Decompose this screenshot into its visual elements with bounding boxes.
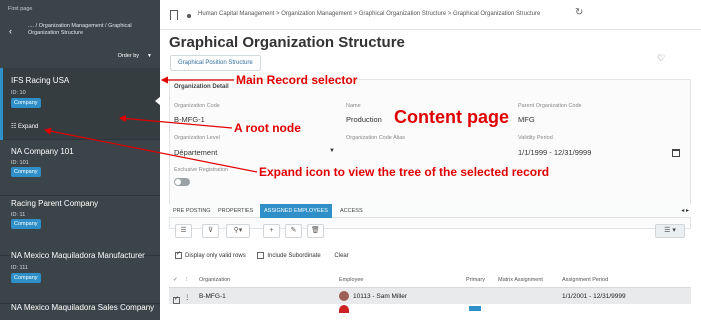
header-organization[interactable]: Organization [199,277,230,283]
record-id: ID: 10 [11,90,26,96]
tree-icon: ☷ [11,124,19,130]
validity-label: Validity Period [518,135,553,141]
top-bar: Human Capital Management > Organization … [160,0,701,30]
exclusive-registration-toggle[interactable] [174,178,190,186]
edit-icon[interactable]: ✎ [285,224,302,238]
chevron-down-icon[interactable]: ▼ [329,148,335,154]
grid-toolbar: ☰ ⊽ ⚲▾ + ✎ 🗑 ☰ ▾ [169,223,691,243]
header-employee[interactable]: Employee [339,277,363,283]
group-dropdown-icon[interactable]: ⚲▾ [226,224,250,238]
record-type-badge: Company [11,98,41,108]
back-icon[interactable]: ‹ [9,26,12,36]
table-row[interactable]: ⋮ B-MFG-1 10113 - Sam Miller 1/1/2001 - … [169,287,691,304]
header-primary[interactable]: Primary [466,277,485,283]
record-id: ID: 111 [11,265,28,271]
org-code-label: Organization Code [174,103,220,109]
table-row[interactable] [169,304,691,313]
graphical-position-structure-button[interactable]: Graphical Position Structure [170,55,261,71]
expand-button[interactable]: ☷ Expand [11,123,38,130]
tab-pre-posting[interactable]: PRE POSTING [169,204,215,218]
valid-rows-filter[interactable]: Display only valid rows [175,250,246,260]
annotation-content-page: Content page [394,107,509,127]
section-title: Organization Detail [174,84,229,90]
record-name: NA Mexico Maquiladora Manufacturer [11,251,145,260]
exclusive-registration-label: Exclusive Registration [174,167,229,173]
column-options-icon[interactable]: ⋮ [184,277,190,283]
tab-assigned-employees[interactable]: ASSIGNED EMPLOYEES [260,204,332,218]
cell-employee[interactable]: 10113 - Sam Miller [353,293,407,300]
primary-flag [469,306,481,311]
row-check-icon [173,295,180,304]
record-item[interactable]: NA Company 101 ID: 101 Company [0,140,160,196]
grid-header: ✓ ⋮ Organization Employee Primary Matrix… [169,275,691,287]
annotation-main-record: Main Record selector [236,73,358,87]
select-all-check-icon[interactable]: ✓ [173,277,178,283]
view-menu-icon[interactable]: ☰ ▾ [655,224,685,238]
order-by-dropdown[interactable]: Order by ▼ [118,53,152,59]
record-type-badge: Company [11,273,41,283]
name-label: Name [346,103,361,109]
breadcrumb[interactable]: Human Capital Management > Organization … [198,11,540,17]
delete-icon[interactable]: 🗑 [307,224,324,238]
org-alias-label: Organization Code Alias [346,135,406,141]
bookmark-icon[interactable] [170,10,178,20]
record-item[interactable]: IFS Racing USA ID: 10 Company ☷ Expand [0,68,160,140]
page-title: Graphical Organization Structure [169,34,405,51]
valid-rows-label: Display only valid rows [185,253,246,260]
chevron-down-icon: ▼ [147,53,152,59]
avatar [339,291,349,301]
valid-rows-checkbox[interactable] [175,250,182,259]
record-id: ID: 11 [11,212,26,218]
expand-label: Expand [18,124,39,130]
record-item[interactable]: NA Mexico Maquiladora Sales Company [0,296,160,320]
grid-filters: Display only valid rows Include Subordin… [175,250,349,262]
record-type-badge: Company [11,219,41,229]
annotation-expand-icon: Expand icon to view the tree of the sele… [259,165,550,179]
add-icon[interactable]: + [263,224,280,238]
selected-indicator [0,68,3,140]
home-dot-icon[interactable] [187,14,191,18]
tab-bar: PRE POSTING PROPERTIES ASSIGNED EMPLOYEE… [169,204,691,218]
header-assignment-period[interactable]: Assignment Period [562,277,608,283]
record-name: IFS Racing USA [11,76,70,85]
cell-assignment-period: 1/1/2001 - 12/31/9999 [562,293,626,300]
include-subordinate-filter[interactable]: Include Subordinate [257,252,321,260]
org-code-value[interactable]: B-MFG-1 [174,115,205,124]
record-id: ID: 101 [11,160,29,166]
record-item[interactable]: Racing Parent Company ID: 11 Company [0,196,160,256]
favorite-icon[interactable]: ♡ [657,53,665,64]
header-matrix-assignment[interactable]: Matrix Assignment [498,277,543,283]
refresh-icon[interactable]: ↻ [575,7,583,18]
first-page-link[interactable]: First page [8,6,32,12]
record-navigator: First page ‹ .... / Organization Managem… [0,0,160,320]
cell-organization: B-MFG-1 [199,293,226,300]
record-name: Racing Parent Company [11,199,99,208]
org-level-value[interactable]: Département [174,148,217,157]
name-value[interactable]: Production [346,115,382,124]
avatar [339,305,349,313]
calendar-icon[interactable] [672,149,680,157]
validity-value[interactable]: 1/1/1999 - 12/31/9999 [518,148,591,157]
include-subordinate-checkbox[interactable] [257,252,265,259]
annotation-root-node: A root node [234,121,301,135]
tab-properties[interactable]: PROPERTIES [214,204,257,218]
tab-scroll-arrows-icon[interactable]: ◂ ▸ [681,207,689,214]
assigned-employees-grid: ✓ ⋮ Organization Employee Primary Matrix… [169,275,691,313]
record-name: NA Mexico Maquiladora Sales Company [11,303,155,312]
parent-org-label: Parent Organization Code [518,103,582,109]
sidebar-breadcrumb: ‹ .... / Organization Management / Graph… [0,20,160,52]
record-type-badge: Company [11,167,41,177]
sidebar-breadcrumb-text: .... / Organization Management / Graphic… [28,23,132,36]
include-subordinate-label: Include Subordinate [267,253,321,260]
record-name: NA Company 101 [11,147,74,156]
parent-org-value[interactable]: MFG [518,115,535,124]
order-by-label: Order by [117,53,140,59]
clear-filter-button[interactable]: Clear [334,253,348,259]
row-options-icon[interactable]: ⋮ [184,293,191,301]
filter-icon[interactable]: ⊽ [202,224,219,238]
list-icon[interactable]: ☰ [175,224,192,238]
org-level-label: Organization Level [174,135,220,141]
tab-access[interactable]: ACCESS [336,204,367,218]
